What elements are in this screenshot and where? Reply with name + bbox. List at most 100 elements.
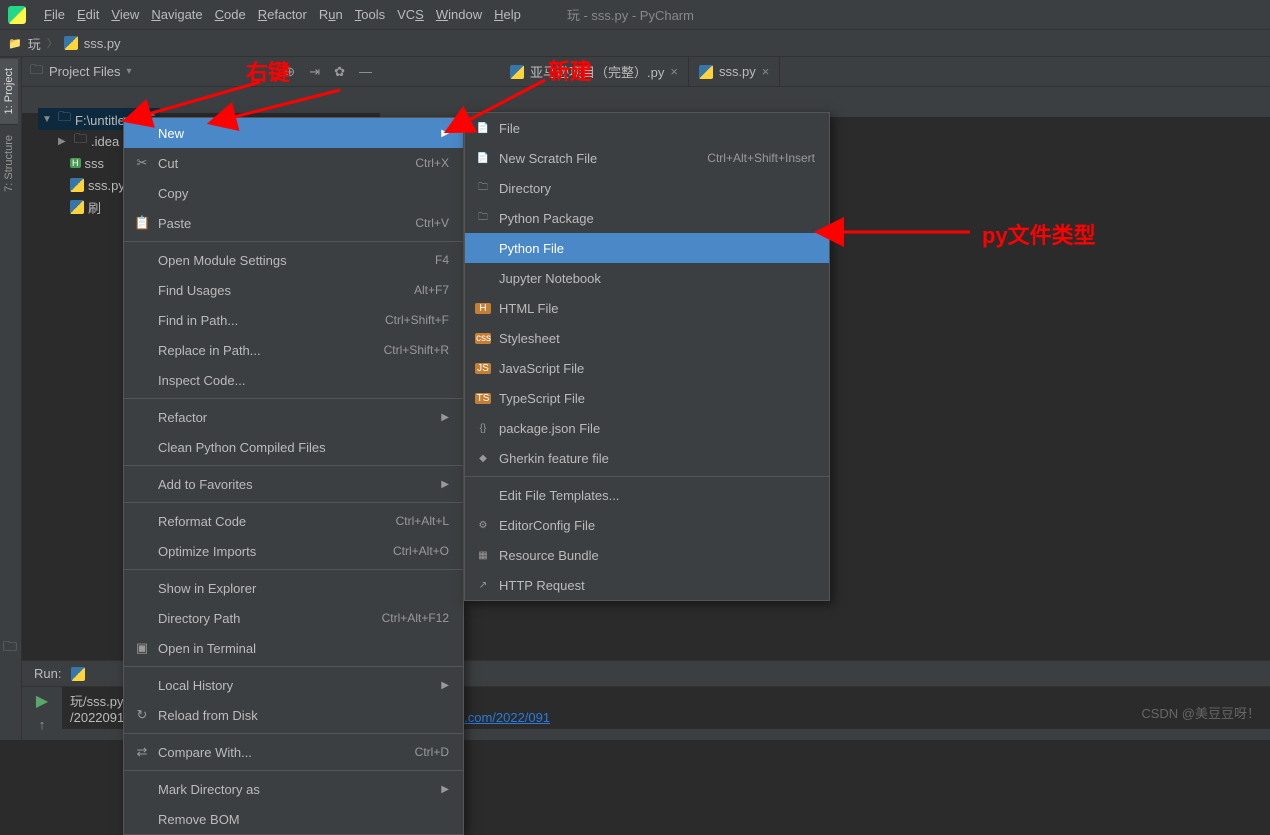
context-menu-item[interactable]: 📋PasteCtrl+V: [124, 208, 463, 238]
run-button[interactable]: ▶: [36, 691, 48, 711]
new-submenu-item[interactable]: Jupyter Notebook: [465, 263, 829, 293]
menu-code[interactable]: Code: [209, 7, 252, 22]
tree-item-label: sss.py: [88, 178, 125, 193]
breadcrumb-file[interactable]: sss.py: [84, 36, 121, 51]
shortcut-label: Ctrl+Alt+O: [393, 544, 449, 558]
sidebar-title[interactable]: Project Files: [49, 64, 121, 79]
expand-arrow-icon[interactable]: ▶: [58, 136, 70, 147]
python-icon: [510, 65, 524, 79]
new-submenu-item[interactable]: {}package.json File: [465, 413, 829, 443]
context-menu-item[interactable]: Reformat CodeCtrl+Alt+L: [124, 506, 463, 536]
new-submenu-item[interactable]: TSTypeScript File: [465, 383, 829, 413]
menu-item-label: Cut: [158, 156, 178, 171]
new-submenu-item[interactable]: css Stylesheet: [465, 323, 829, 353]
context-menu-item[interactable]: Remove BOM: [124, 804, 463, 834]
menu-help[interactable]: Help: [488, 7, 527, 22]
context-menu-item[interactable]: ↻Reload from Disk: [124, 700, 463, 730]
context-menu-item[interactable]: Find UsagesAlt+F7: [124, 275, 463, 305]
menu-navigate[interactable]: Navigate: [145, 7, 208, 22]
new-submenu-item[interactable]: 🗀Directory: [465, 173, 829, 203]
editor-tab[interactable]: 亚马逊项目（完整）.py ×: [500, 57, 689, 86]
menu-item-label: Inspect Code...: [158, 373, 245, 388]
context-menu-item[interactable]: ▣Open in Terminal: [124, 633, 463, 663]
chevron-right-icon: 〉: [47, 35, 58, 51]
menu-item-label: Show in Explorer: [158, 581, 256, 596]
folder-icon: 🗀: [58, 108, 71, 130]
menu-window[interactable]: Window: [430, 7, 488, 22]
context-menu-item[interactable]: Show in Explorer: [124, 573, 463, 603]
editor-area: 亚马逊项目（完整）.py × sss.py ×: [380, 57, 1270, 117]
tab-structure[interactable]: 7: Structure: [0, 124, 18, 202]
new-submenu-item[interactable]: ◆Gherkin feature file: [465, 443, 829, 473]
run-label: Run:: [34, 666, 61, 681]
expand-arrow-icon[interactable]: ▼: [42, 114, 54, 125]
context-menu-item[interactable]: ⇄Compare With...Ctrl+D: [124, 737, 463, 767]
context-menu-item[interactable]: Inspect Code...: [124, 365, 463, 395]
new-submenu-item[interactable]: Python File: [465, 233, 829, 263]
context-menu-item[interactable]: ✂CutCtrl+X: [124, 148, 463, 178]
menu-edit[interactable]: Edit: [71, 7, 105, 22]
up-button[interactable]: ↑: [39, 717, 46, 732]
menu-view[interactable]: View: [105, 7, 145, 22]
menu-vcs[interactable]: VCS: [391, 7, 430, 22]
new-submenu-item[interactable]: ↗HTTP Request: [465, 570, 829, 600]
submenu-item-label: EditorConfig File: [499, 518, 595, 533]
new-submenu-item[interactable]: ⚙ EditorConfig File: [465, 510, 829, 540]
editor-tab[interactable]: sss.py ×: [689, 57, 780, 86]
menu-item-label: Directory Path: [158, 611, 240, 626]
context-menu-item[interactable]: Copy: [124, 178, 463, 208]
html-badge-icon: H: [70, 158, 81, 168]
menu-refactor[interactable]: Refactor: [252, 7, 313, 22]
chevron-down-icon[interactable]: ▾: [127, 66, 132, 77]
shortcut-label: Ctrl+Alt+Shift+Insert: [707, 151, 815, 165]
collapse-icon[interactable]: ⇥: [309, 64, 320, 80]
new-submenu-item[interactable]: ▦Resource Bundle: [465, 540, 829, 570]
context-menu-item[interactable]: Local History▶: [124, 670, 463, 700]
context-menu-item[interactable]: Refactor▶: [124, 402, 463, 432]
context-menu-item[interactable]: Open Module SettingsF4: [124, 245, 463, 275]
new-submenu-item[interactable]: 🗀Python Package: [465, 203, 829, 233]
new-submenu-item[interactable]: Edit File Templates...: [465, 480, 829, 510]
settings-icon[interactable]: ✿: [334, 64, 345, 80]
file-type-icon: ⚙: [475, 520, 491, 531]
folder-icon: 📁: [8, 37, 22, 50]
menu-run[interactable]: Run: [313, 7, 349, 22]
submenu-item-label: HTML File: [499, 301, 558, 316]
tab-project[interactable]: 1: Project: [0, 57, 18, 124]
tab-label: 亚马逊项目（完整）.py: [530, 62, 664, 81]
context-menu-item[interactable]: New▶: [124, 118, 463, 148]
file-type-icon: JS: [475, 363, 491, 374]
close-icon[interactable]: ×: [762, 64, 770, 79]
context-menu-item[interactable]: Optimize Imports Ctrl+Alt+O: [124, 536, 463, 566]
menu-file[interactable]: File: [38, 7, 71, 22]
menu-item-label: Find in Path...: [158, 313, 238, 328]
menu-tools[interactable]: Tools: [349, 7, 391, 22]
context-menu-item[interactable]: Clean Python Compiled Files: [124, 432, 463, 462]
close-icon[interactable]: ×: [670, 64, 678, 79]
new-submenu-item[interactable]: 📄File: [465, 113, 829, 143]
folder-icon[interactable]: 🗀: [3, 636, 17, 660]
menu-item-label: Optimize Imports: [158, 544, 256, 559]
context-menu-item[interactable]: Find in Path...Ctrl+Shift+F: [124, 305, 463, 335]
context-menu-item[interactable]: Replace in Path...Ctrl+Shift+R: [124, 335, 463, 365]
python-icon: [70, 200, 84, 214]
breadcrumb-folder[interactable]: 玩: [28, 34, 41, 53]
menu-item-label: Add to Favorites: [158, 477, 253, 492]
left-tool-tabs: 1: Project 7: Structure 🗀: [0, 57, 22, 740]
window-title: 玩 - sss.py - PyCharm: [567, 5, 694, 24]
hide-icon[interactable]: —: [359, 64, 372, 80]
submenu-item-label: package.json File: [499, 421, 600, 436]
submenu-item-label: Stylesheet: [499, 331, 560, 346]
menu-item-label: Remove BOM: [158, 812, 240, 827]
context-menu-item[interactable]: Mark Directory as▶: [124, 774, 463, 804]
new-submenu-item[interactable]: JSJavaScript File: [465, 353, 829, 383]
menu-item-label: Local History: [158, 678, 233, 693]
locate-icon[interactable]: ⊕: [284, 64, 295, 80]
context-menu: New▶✂CutCtrl+XCopy📋PasteCtrl+V Open Modul…: [123, 117, 464, 835]
submenu-item-label: New Scratch File: [499, 151, 597, 166]
file-type-icon: css: [475, 333, 491, 344]
new-submenu-item[interactable]: HHTML File: [465, 293, 829, 323]
new-submenu-item[interactable]: 📄New Scratch FileCtrl+Alt+Shift+Insert: [465, 143, 829, 173]
context-menu-item[interactable]: Add to Favorites▶: [124, 469, 463, 499]
context-menu-item[interactable]: Directory PathCtrl+Alt+F12: [124, 603, 463, 633]
